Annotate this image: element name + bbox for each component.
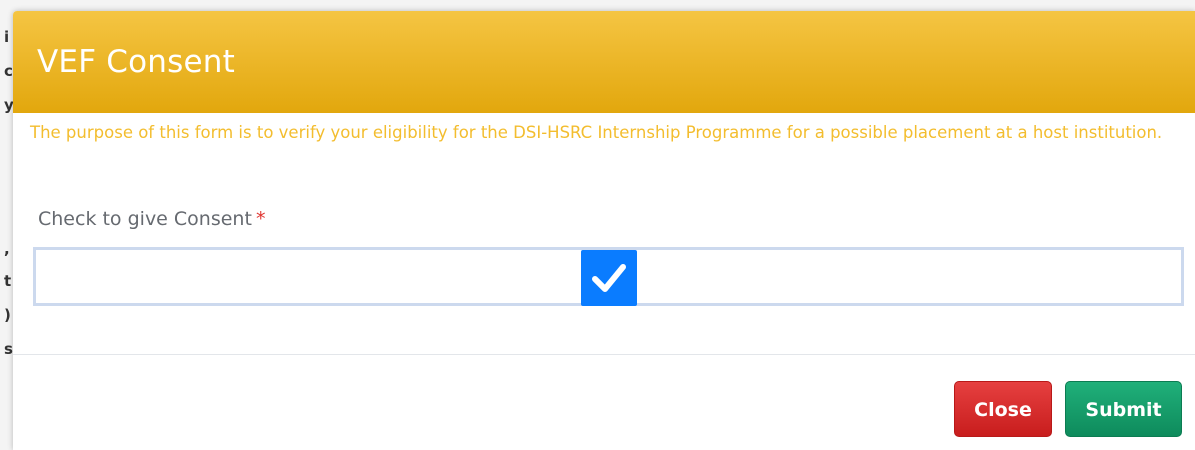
background-text-fragment: i [4,28,10,46]
background-text-fragment: s [4,340,13,358]
background-text-fragment: t [4,272,12,290]
required-marker: * [255,208,266,230]
close-button[interactable]: Close [954,381,1052,437]
background-text-fragment: , [4,240,10,258]
consent-label: Check to give Consent * [38,208,265,230]
consent-label-text: Check to give Consent [38,208,252,230]
footer-divider [13,354,1195,355]
background-text-fragment: c [4,62,13,80]
consent-modal: VEF Consent The purpose of this form is … [13,11,1195,450]
submit-button[interactable]: Submit [1065,381,1182,437]
background-text-fragment: ) [4,306,11,324]
consent-checkbox[interactable] [581,250,637,306]
eligibility-notice: The purpose of this form is to verify yo… [30,123,1163,142]
modal-header: VEF Consent [13,11,1195,113]
modal-title: VEF Consent [37,44,235,80]
checkmark-icon [592,264,626,292]
